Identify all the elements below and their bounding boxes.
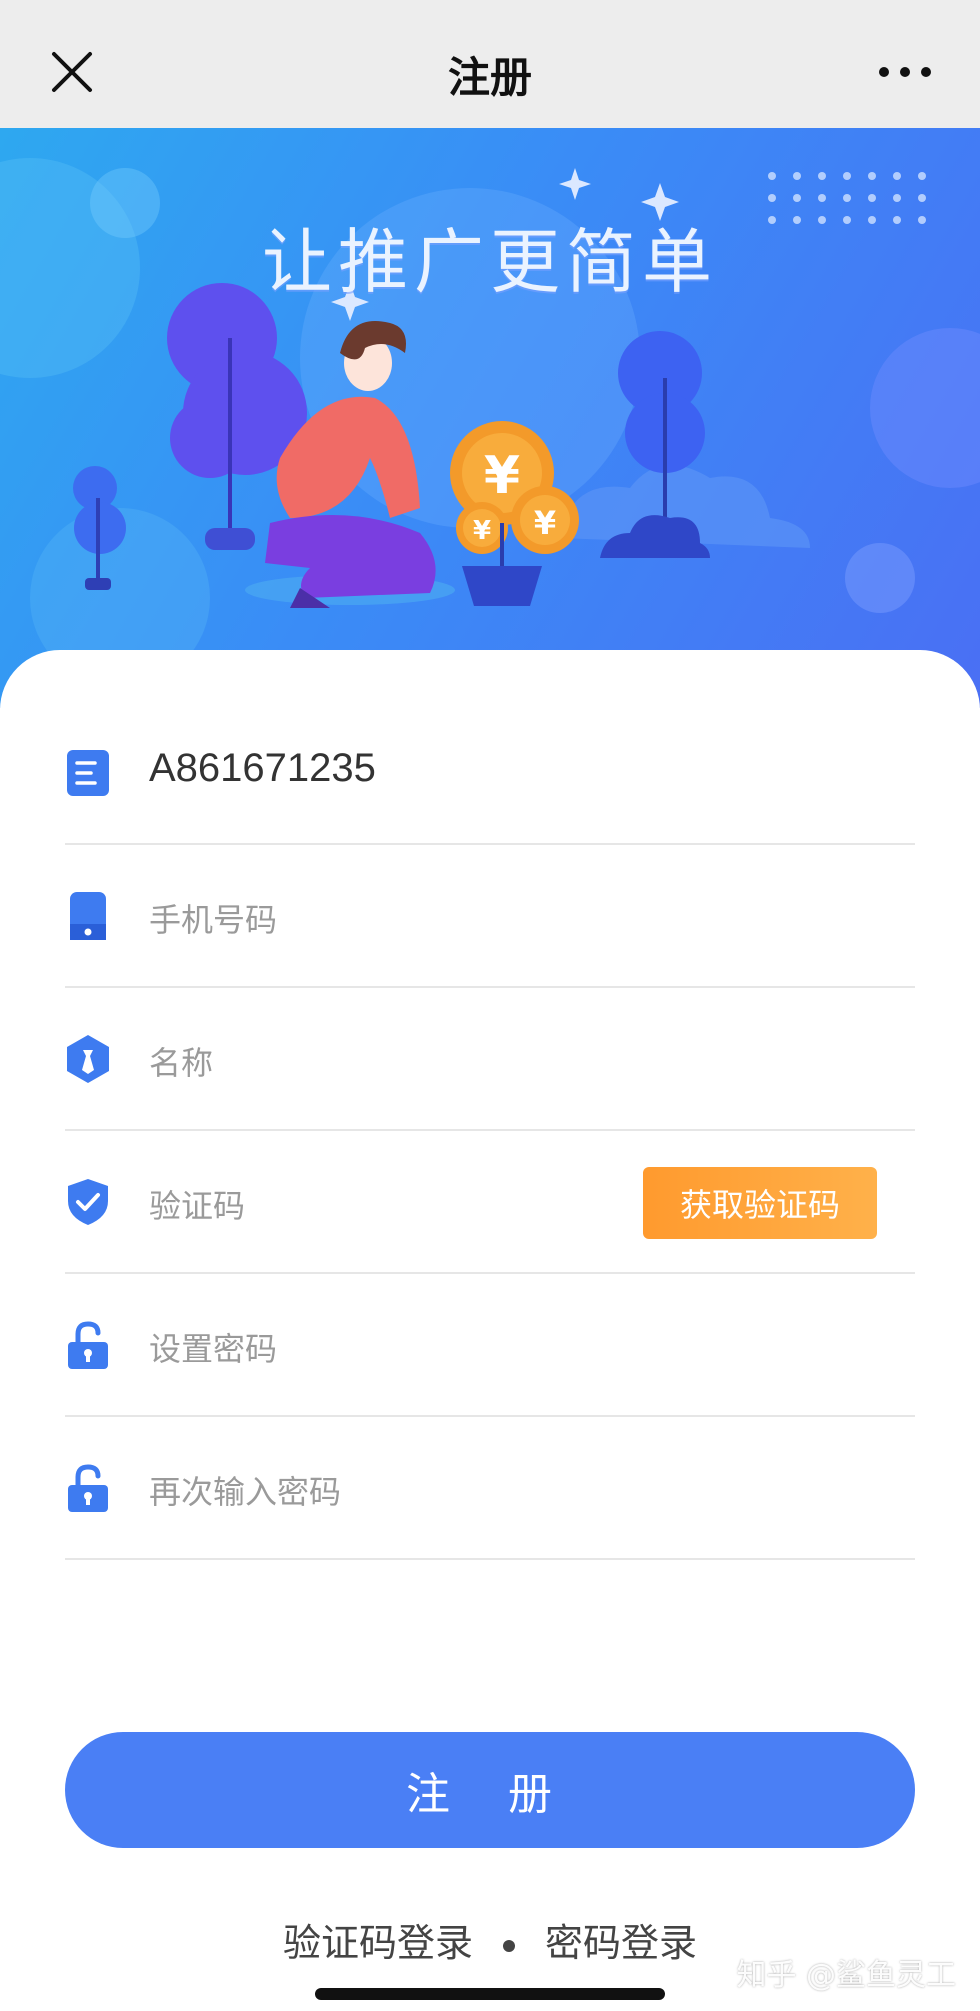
promo-banner: ¥ ¥ ¥ 让推广更简单 <box>0 128 980 708</box>
svg-text:¥: ¥ <box>473 516 491 546</box>
account-id-field[interactable]: A861671235 <box>65 700 915 845</box>
set-password-placeholder: 设置密码 <box>149 1330 278 1368</box>
banner-slogan: 让推广更简单 <box>262 221 718 303</box>
verification-code-field[interactable]: 验证码 获取验证码 <box>65 1129 915 1274</box>
watermark: 知乎 @鲨鱼灵工 <box>736 1958 956 1993</box>
code-login-link[interactable]: 验证码登录 <box>283 1921 473 1965</box>
document-icon <box>65 748 111 798</box>
register-page: 注册 ¥ ¥ ¥ 让推广更简单 A861671235 手机号码 名称 验证码 获… <box>0 0 980 2011</box>
confirm-password-field[interactable]: 再次输入密码 <box>65 1415 915 1560</box>
phone-field[interactable]: 手机号码 <box>65 843 915 988</box>
phone-icon <box>65 891 111 941</box>
unlock-icon <box>65 1320 111 1370</box>
nav-bar: 注册 <box>0 0 980 128</box>
account-id-value: A861671235 <box>149 746 376 790</box>
confirm-password-placeholder: 再次输入密码 <box>149 1473 342 1511</box>
shield-check-icon <box>65 1177 111 1227</box>
unlock-icon <box>65 1463 111 1513</box>
svg-text:¥: ¥ <box>484 446 520 506</box>
svg-text:¥: ¥ <box>534 504 556 542</box>
register-button[interactable]: 注 册 <box>65 1732 915 1848</box>
password-login-link[interactable]: 密码登录 <box>545 1921 697 1965</box>
name-badge-icon <box>65 1034 111 1084</box>
get-code-button[interactable]: 获取验证码 <box>643 1167 877 1239</box>
name-field[interactable]: 名称 <box>65 986 915 1131</box>
more-icon[interactable] <box>870 50 940 90</box>
home-indicator <box>315 1988 665 2000</box>
set-password-field[interactable]: 设置密码 <box>65 1272 915 1417</box>
name-placeholder: 名称 <box>149 1044 214 1082</box>
verification-code-placeholder: 验证码 <box>149 1187 246 1225</box>
page-title: 注册 <box>447 53 532 102</box>
separator-dot <box>503 1939 515 1952</box>
phone-placeholder: 手机号码 <box>149 901 278 939</box>
